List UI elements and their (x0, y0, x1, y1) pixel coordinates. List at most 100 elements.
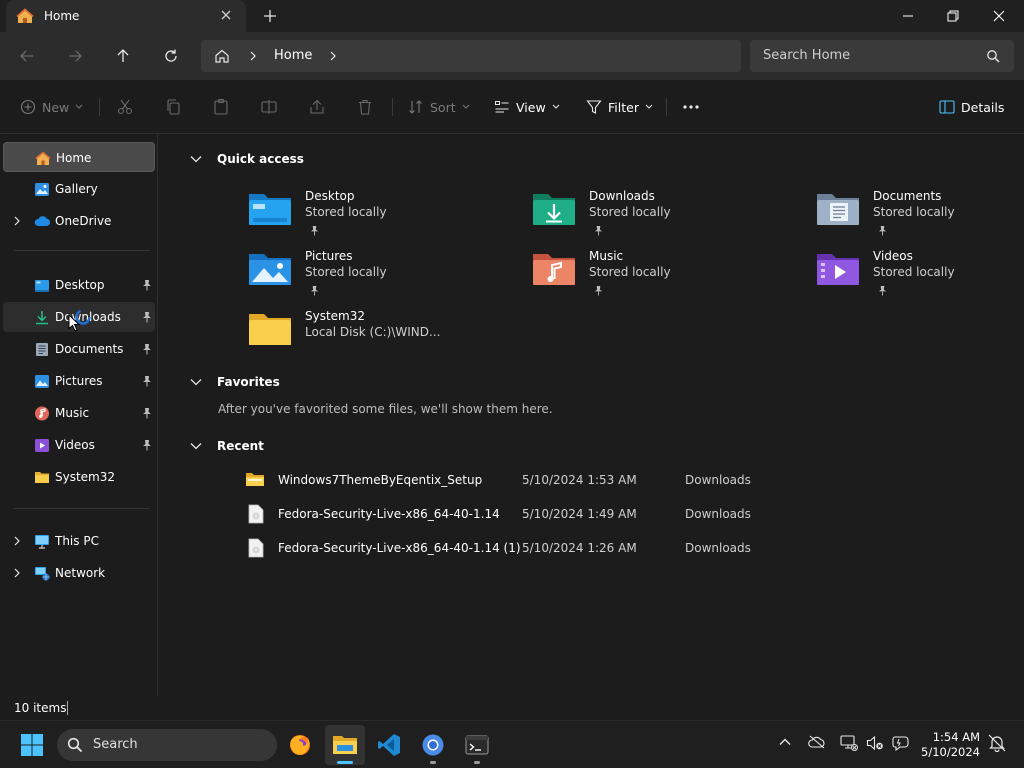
table-row[interactable]: Fedora-Security-Live-x86_64-40-1.14 5/10… (245, 501, 765, 527)
pin-icon[interactable] (142, 439, 152, 451)
details-button[interactable]: Details (939, 96, 1004, 118)
firefox-app[interactable] (280, 725, 320, 765)
copy-icon (167, 99, 180, 115)
restore-button[interactable] (930, 0, 976, 32)
item-name: Downloads (589, 189, 655, 203)
pin-icon[interactable] (142, 343, 152, 355)
refresh-button[interactable] (159, 44, 183, 68)
taskbar-search[interactable]: Search (57, 729, 277, 761)
new-tab-icon[interactable] (262, 8, 278, 24)
sidebar-item-music[interactable]: Music (3, 398, 155, 428)
status-bar: 10 items (0, 696, 1024, 720)
rename-button[interactable] (260, 96, 278, 118)
item-subtitle: Stored locally (305, 205, 387, 219)
sort-icon (409, 100, 422, 114)
copy-button[interactable] (164, 96, 182, 118)
vscode-icon (378, 734, 400, 756)
sidebar-item-onedrive[interactable]: OneDrive (3, 206, 155, 236)
recent-file-date: 5/10/2024 1:53 AM (522, 473, 637, 487)
pin-icon (594, 225, 603, 236)
chevron-right-icon[interactable] (12, 535, 22, 547)
chevron-down-icon (190, 379, 202, 386)
delete-button[interactable] (356, 96, 374, 118)
sidebar-item-videos[interactable]: Videos (3, 430, 155, 460)
quick-access-music[interactable]: Music Stored locally (532, 249, 782, 305)
recent-file-location: Downloads (685, 541, 751, 555)
refresh-icon (165, 49, 177, 62)
notification-bell-icon[interactable] (988, 734, 1006, 752)
sidebar-item-network[interactable]: Network (3, 558, 155, 588)
disc-file-icon (248, 504, 264, 524)
pin-icon[interactable] (142, 407, 152, 419)
table-row[interactable]: Windows7ThemeByEqentix_Setup 5/10/2024 1… (245, 467, 765, 493)
volume-muted-icon[interactable] (866, 735, 884, 751)
close-tab-icon[interactable] (219, 8, 233, 22)
vscode-app[interactable] (369, 725, 409, 765)
view-button[interactable]: View (494, 96, 560, 118)
cut-button[interactable] (116, 96, 134, 118)
sort-button[interactable]: Sort (408, 96, 470, 118)
pin-icon[interactable] (142, 311, 152, 323)
system-clock[interactable]: 1:54 AM 5/10/2024 (908, 730, 980, 760)
minimize-button[interactable] (885, 0, 931, 32)
recent-file-name: Fedora-Security-Live-x86_64-40-1.14 (1) (278, 541, 521, 555)
quick-access-downloads[interactable]: Downloads Stored locally (532, 189, 782, 245)
start-button[interactable] (20, 733, 44, 757)
chevron-right-icon[interactable] (248, 50, 258, 62)
quick-access-videos[interactable]: Videos Stored locally (816, 249, 1024, 305)
more-options-button[interactable] (682, 96, 700, 118)
taskbar: Search 1:54 AM 5/10/2024 (0, 720, 1024, 768)
back-button[interactable] (15, 44, 39, 68)
search-icon (67, 737, 83, 753)
forward-button[interactable] (63, 44, 87, 68)
downloads-folder-icon (532, 191, 576, 227)
terminal-app[interactable] (457, 725, 497, 765)
chrome-icon (422, 734, 444, 756)
recent-header[interactable]: Recent (189, 436, 264, 456)
quick-access-pictures[interactable]: Pictures Stored locally (248, 249, 498, 305)
sidebar-item-desktop[interactable]: Desktop (3, 270, 155, 300)
tab-home[interactable]: Home (6, 0, 246, 32)
favorites-header[interactable]: Favorites (189, 372, 280, 392)
share-button[interactable] (308, 96, 326, 118)
sidebar-item-documents[interactable]: Documents (3, 334, 155, 364)
home-icon[interactable] (214, 48, 230, 64)
sidebar-item-pictures[interactable]: Pictures (3, 366, 155, 396)
sidebar-item-system32[interactable]: System32 (3, 462, 155, 492)
close-window-button[interactable] (976, 0, 1022, 32)
new-button[interactable]: New (20, 96, 83, 118)
quick-access-header[interactable]: Quick access (189, 149, 304, 169)
chrome-app[interactable] (413, 725, 453, 765)
network-status-icon[interactable] (840, 735, 858, 751)
sidebar-item-label: Gallery (55, 182, 98, 196)
paste-button[interactable] (212, 96, 230, 118)
item-name: Desktop (305, 189, 355, 203)
breadcrumb-home[interactable]: Home (274, 48, 312, 63)
pin-icon[interactable] (142, 279, 152, 291)
share-icon (310, 99, 324, 114)
up-button[interactable] (111, 44, 135, 68)
chevron-right-icon[interactable] (328, 50, 338, 62)
home-icon (35, 151, 51, 166)
quick-access-desktop[interactable]: Desktop Stored locally (248, 189, 498, 245)
filter-button[interactable]: Filter (586, 96, 653, 118)
search-input[interactable]: Search Home (750, 40, 1014, 72)
chevron-up-icon[interactable] (778, 735, 792, 749)
pin-icon[interactable] (142, 375, 152, 387)
sidebar-item-label: Videos (55, 438, 95, 452)
table-row[interactable]: Fedora-Security-Live-x86_64-40-1.14 (1) … (245, 535, 765, 561)
sidebar-item-label: Network (55, 566, 106, 580)
sidebar-item-home[interactable]: Home (3, 142, 155, 172)
quick-access-system32[interactable]: System32 Local Disk (C:)\WIND... (248, 309, 498, 365)
sidebar-item-this-pc[interactable]: This PC (3, 526, 155, 556)
chevron-right-icon[interactable] (12, 215, 22, 227)
address-bar[interactable]: Home (201, 40, 741, 72)
videos-folder-icon (816, 251, 860, 287)
sidebar-item-gallery[interactable]: Gallery (3, 174, 155, 204)
onedrive-offline-icon[interactable] (808, 735, 826, 749)
quick-access-documents[interactable]: Documents Stored locally (816, 189, 1024, 245)
file-explorer-app[interactable] (325, 725, 365, 765)
sidebar-item-label: OneDrive (55, 214, 112, 228)
section-title: Favorites (217, 375, 280, 389)
chevron-right-icon[interactable] (12, 567, 22, 579)
